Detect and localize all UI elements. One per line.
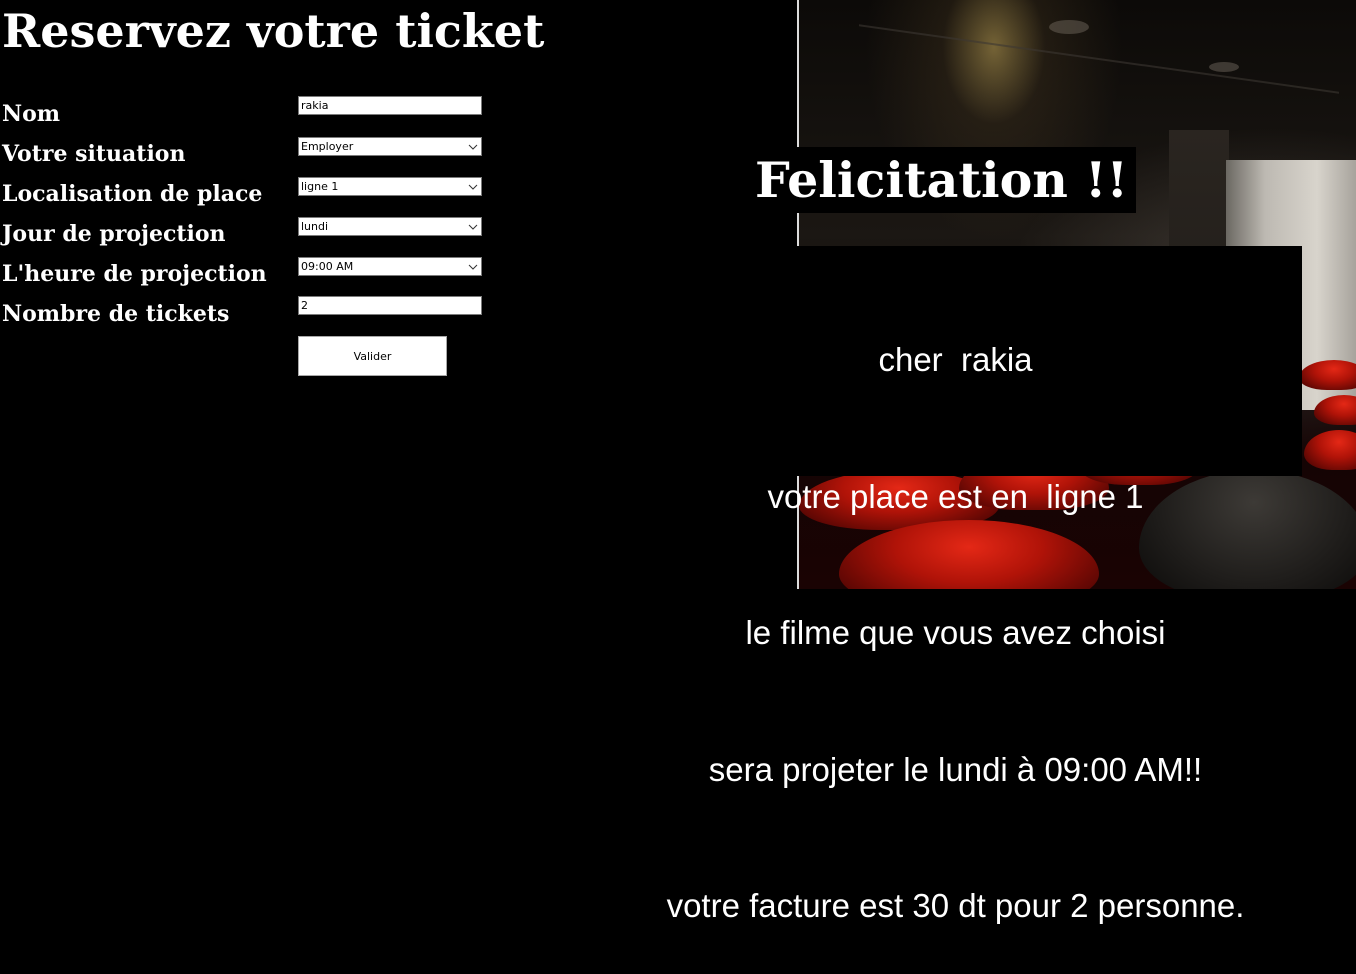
heure-select-value: 09:00 AM bbox=[301, 260, 354, 273]
nombre-tickets-input[interactable]: 2 bbox=[298, 296, 482, 315]
confirmation-line: votre place est en ligne 1 bbox=[767, 477, 1144, 515]
chevron-down-icon bbox=[467, 178, 479, 195]
label-heure: L'heure de projection bbox=[2, 261, 267, 287]
chevron-down-icon bbox=[467, 258, 479, 275]
confirmation-message: cher rakia votre place est en ligne 1 le… bbox=[609, 246, 1302, 924]
ceiling-light bbox=[1049, 20, 1089, 34]
jour-select-value: lundi bbox=[301, 220, 329, 233]
nom-input-value: rakia bbox=[301, 99, 329, 112]
chevron-down-icon bbox=[467, 218, 479, 235]
page-title: Reservez votre ticket bbox=[2, 4, 545, 58]
confirmation-line: sera projeter le lundi à 09:00 AM!! bbox=[708, 750, 1203, 788]
localisation-select[interactable]: ligne 1 bbox=[298, 177, 482, 196]
confirmation-line: cher rakia bbox=[878, 341, 1033, 378]
ceiling-light bbox=[1209, 62, 1239, 72]
situation-select-value: Employer bbox=[301, 140, 354, 153]
chevron-down-icon bbox=[467, 138, 479, 155]
nombre-tickets-value: 2 bbox=[301, 299, 308, 312]
nom-input[interactable]: rakia bbox=[298, 96, 482, 115]
confirmation-line: votre facture est 30 dt pour 2 personne. bbox=[666, 887, 1245, 924]
confirmation-line: le filme que vous avez choisi bbox=[745, 614, 1166, 651]
confirmation-heading: Felicitation !! bbox=[747, 147, 1136, 213]
label-situation: Votre situation bbox=[2, 141, 186, 167]
heure-select[interactable]: 09:00 AM bbox=[298, 257, 482, 276]
label-nombre: Nombre de tickets bbox=[2, 301, 230, 327]
label-jour: Jour de projection bbox=[2, 221, 226, 247]
label-nom: Nom bbox=[2, 101, 61, 127]
localisation-select-value: ligne 1 bbox=[301, 180, 339, 193]
jour-select[interactable]: lundi bbox=[298, 217, 482, 236]
seat bbox=[1304, 430, 1356, 470]
label-localisation: Localisation de place bbox=[2, 181, 263, 207]
situation-select[interactable]: Employer bbox=[298, 137, 482, 156]
valider-button[interactable]: Valider bbox=[298, 336, 447, 376]
